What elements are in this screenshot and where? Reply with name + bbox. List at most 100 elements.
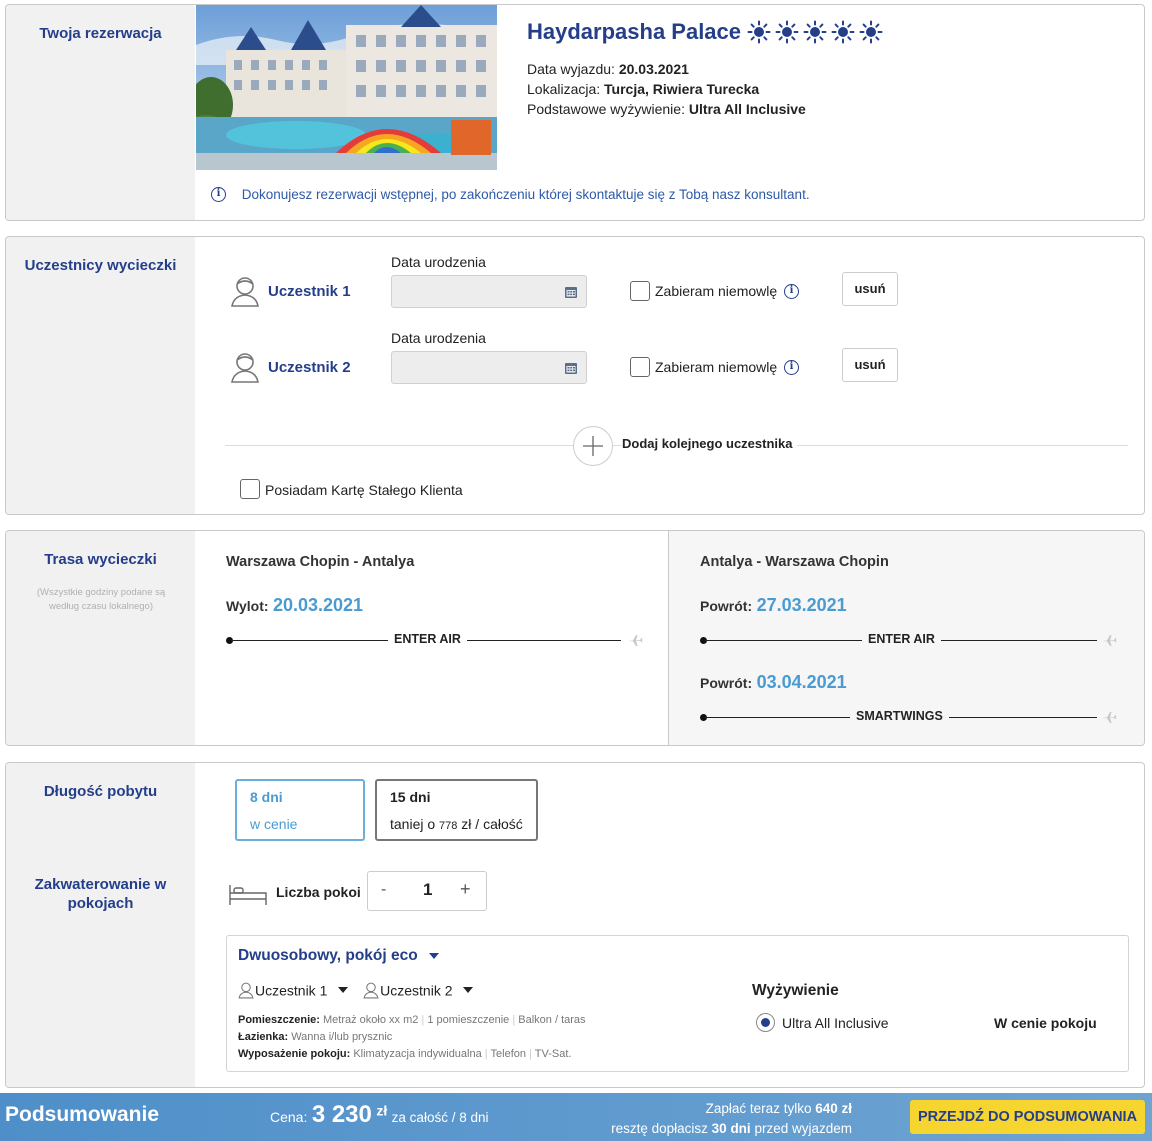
route-side-title: Trasa wycieczki bbox=[44, 551, 157, 568]
person-icon bbox=[231, 353, 259, 383]
room-type-label[interactable]: Dwuosobowy, pokój eco bbox=[238, 947, 418, 964]
infant-label: Zabieram niemowlę bbox=[655, 359, 778, 375]
room-details: Pomieszczenie: Metraż około xx m2 | 1 po… bbox=[238, 1012, 586, 1063]
location-value: Turcja, Riwiera Turecka bbox=[604, 81, 760, 97]
infant-info[interactable]: i bbox=[784, 283, 799, 301]
pay-now-value: 640 zł bbox=[815, 1101, 852, 1116]
go-to-summary-button[interactable]: PRZEJDŹ DO PODSUMOWANIA bbox=[910, 1100, 1145, 1134]
rest-row: resztę dopłacisz 30 dni przed wyjazdem bbox=[560, 1119, 852, 1139]
equip-detail-label: Wyposażenie pokoju: bbox=[238, 1048, 351, 1060]
route-section: Trasa wycieczki (Wszystkie godziny podan… bbox=[5, 530, 1145, 746]
chevron-down-icon[interactable] bbox=[429, 952, 440, 959]
calendar-icon[interactable] bbox=[564, 361, 578, 375]
separator: | bbox=[509, 1014, 519, 1026]
detail-value: Klimatyzacja indywidualna bbox=[353, 1048, 482, 1060]
person-icon bbox=[231, 277, 259, 307]
separator: | bbox=[481, 1048, 491, 1060]
room-participant-label[interactable]: Uczestnik 2 bbox=[380, 982, 452, 998]
pay-now-row: Zapłać teraz tylko 640 zł bbox=[560, 1099, 852, 1119]
airline-name: SMARTWINGS bbox=[850, 709, 949, 723]
equip-detail-values: Klimatyzacja indywidualna | Telefon | TV… bbox=[353, 1048, 571, 1060]
room-count-value[interactable]: 1 bbox=[423, 880, 432, 900]
board-radio[interactable] bbox=[756, 1013, 775, 1032]
infant-label: Zabieram niemowlę bbox=[655, 283, 778, 299]
price-currency: zł bbox=[376, 1102, 388, 1119]
loyalty-checkbox[interactable] bbox=[240, 479, 260, 499]
plus-icon[interactable] bbox=[574, 427, 612, 465]
star-sun-icon bbox=[859, 20, 883, 44]
board-option-label: Ultra All Inclusive bbox=[782, 1015, 889, 1031]
calendar-icon[interactable] bbox=[564, 285, 578, 299]
plane-icon bbox=[1102, 635, 1117, 646]
stay-side: Długość pobytu Zakwaterowanie w pokojach bbox=[6, 763, 195, 1087]
stay-option-selected[interactable]: 8 dni w cenie bbox=[235, 779, 365, 841]
info-icon[interactable]: i bbox=[784, 284, 799, 300]
room-participant-select[interactable]: Uczestnik 2 bbox=[362, 981, 474, 999]
hotel-header: Haydarpasha Palace bbox=[527, 19, 887, 45]
price-value: 3 230 bbox=[311, 1101, 372, 1128]
hotel-rating bbox=[747, 20, 887, 44]
bath-detail-label: Łazienka: bbox=[238, 1031, 289, 1043]
dob-input[interactable] bbox=[391, 275, 587, 308]
room-participants: Uczestnik 1 Uczestnik 2 bbox=[237, 981, 474, 999]
remove-participant-button[interactable]: usuń bbox=[842, 272, 898, 306]
reservation-side-title: Twoja rezerwacja bbox=[39, 25, 162, 42]
rest-prefix: resztę dopłacisz bbox=[611, 1121, 708, 1136]
detail-value: 1 pomieszczenie bbox=[427, 1014, 510, 1026]
person-icon bbox=[363, 982, 379, 999]
participant-row: Uczestnik 1 Data urodzenia Zabieram niem… bbox=[6, 237, 1144, 317]
star-sun-icon bbox=[803, 20, 827, 44]
loyalty-label: Posiadam Kartę Stałego Klienta bbox=[265, 482, 463, 498]
chevron-down-icon[interactable] bbox=[463, 987, 474, 994]
stay-desc-suffix: zł / całość bbox=[461, 816, 523, 832]
stay-desc-amount: 778 bbox=[439, 820, 458, 832]
add-participant-label[interactable]: Dodaj kolejnego uczestnika bbox=[622, 436, 797, 451]
remove-participant-button[interactable]: usuń bbox=[842, 348, 898, 382]
chevron-down-icon[interactable] bbox=[338, 987, 349, 994]
hotel-name: Haydarpasha Palace bbox=[527, 19, 742, 44]
add-participant-button[interactable] bbox=[573, 426, 613, 466]
route-side: Trasa wycieczki (Wszystkie godziny podan… bbox=[6, 531, 195, 745]
outbound-date: 20.03.2021 bbox=[272, 595, 364, 615]
separator: | bbox=[418, 1014, 428, 1026]
room-participant-select[interactable]: Uczestnik 1 bbox=[237, 981, 352, 999]
stay-side-title: Długość pobytu bbox=[43, 783, 158, 800]
reservation-info: i Dokonujesz rezerwacji wstępnej, po zak… bbox=[211, 186, 810, 202]
infant-checkbox[interactable] bbox=[630, 281, 650, 301]
outbound-title: Warszawa Chopin - Antalya bbox=[226, 554, 415, 570]
stay-option-days: 8 dni bbox=[250, 789, 283, 805]
board-label: Podstawowe wyżywienie: bbox=[527, 101, 685, 117]
star-sun-icon bbox=[831, 20, 855, 44]
room-detail-row: Wyposażenie pokoju: Klimatyzacja indywid… bbox=[238, 1046, 586, 1063]
detail-value: Metraż około xx m2 bbox=[322, 1014, 419, 1026]
return-date-row: Powrót: 03.04.2021 bbox=[700, 672, 847, 693]
room-participant-label[interactable]: Uczestnik 1 bbox=[255, 982, 327, 998]
infant-info[interactable]: i bbox=[784, 359, 799, 377]
infant-checkbox[interactable] bbox=[630, 357, 650, 377]
room-detail-label: Pomieszczenie: bbox=[238, 1014, 320, 1026]
summary-price: Cena: 3 230 zł za całość / 8 dni bbox=[270, 1101, 488, 1129]
summary-bar: Podsumowanie Cena: 3 230 zł za całość / … bbox=[0, 1093, 1152, 1141]
increment-button[interactable]: + bbox=[460, 879, 471, 900]
info-icon[interactable]: i bbox=[784, 360, 799, 376]
plane-icon bbox=[1102, 712, 1117, 723]
return-date: 03.04.2021 bbox=[756, 672, 847, 692]
reservation-section: Twoja rezerwacja Haydarpasha Palace Data… bbox=[5, 4, 1145, 221]
room-count-stepper[interactable]: - 1 + bbox=[367, 871, 487, 911]
return-title: Antalya - Warszawa Chopin bbox=[700, 554, 889, 570]
room-count-label: Liczba pokoi bbox=[276, 884, 361, 900]
outbound-label: Wylot: bbox=[226, 598, 269, 614]
separator: | bbox=[526, 1048, 535, 1060]
stay-option[interactable]: 15 dni taniej o 778 zł / całość bbox=[375, 779, 538, 841]
dob-input[interactable] bbox=[391, 351, 587, 384]
room-type-dropdown[interactable]: Dwuosobowy, pokój eco bbox=[238, 947, 440, 965]
participant-name: Uczestnik 2 bbox=[268, 359, 351, 376]
hotel-photo-image bbox=[196, 5, 497, 170]
return-label: Powrót: bbox=[700, 675, 753, 691]
airline-name: ENTER AIR bbox=[862, 632, 941, 646]
room-detail-row: Łazienka: Wanna i/lub prysznic bbox=[238, 1029, 586, 1046]
rooms-side-title: Zakwaterowanie w pokojach bbox=[34, 876, 167, 912]
decrement-button[interactable]: - bbox=[381, 881, 386, 899]
reservation-info-text: Dokonujesz rezerwacji wstępnej, po zakoń… bbox=[241, 186, 810, 202]
price-note: za całość / 8 dni bbox=[391, 1110, 489, 1125]
